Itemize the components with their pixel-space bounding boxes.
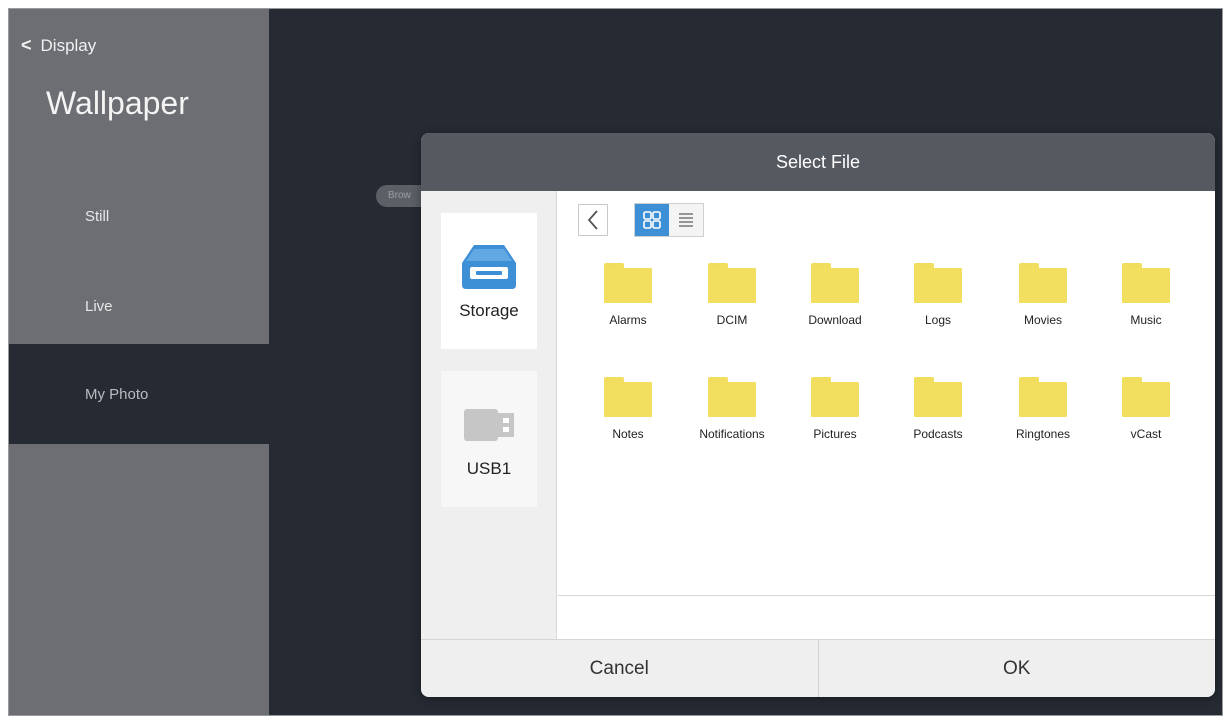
folder-item[interactable]: DCIM: [682, 263, 782, 353]
sidebar-item-label: My Photo: [85, 385, 149, 403]
list-view-icon: [679, 213, 693, 227]
chevron-left-icon: <: [21, 35, 32, 55]
folder-name: Ringtones: [1015, 427, 1071, 441]
list-view-button[interactable]: [669, 204, 703, 236]
browser-toolbar: [578, 203, 704, 237]
folder-icon: [811, 263, 859, 303]
page-title: Wallpaper: [46, 85, 189, 121]
grid-view-icon: [643, 211, 661, 229]
folder-name: Pictures: [813, 427, 857, 441]
back-label: Display: [40, 35, 97, 55]
folder-icon: [708, 263, 756, 303]
divider: [558, 595, 1215, 596]
sidebar-item-live[interactable]: Live: [9, 261, 269, 351]
folder-item[interactable]: Podcasts: [888, 377, 988, 467]
folder-icon: [604, 377, 652, 417]
folder-item[interactable]: Movies: [993, 263, 1093, 353]
folder-name: DCIM: [716, 313, 748, 327]
folder-name: Music: [1130, 313, 1162, 327]
screen: < Display Wallpaper Still Live My Photo …: [8, 8, 1223, 716]
folder-name: vCast: [1130, 427, 1162, 441]
folder-icon: [914, 377, 962, 417]
source-label: Storage: [459, 301, 519, 320]
folder-icon: [1019, 263, 1067, 303]
folder-name: Movies: [1023, 313, 1062, 327]
folder-name: Notes: [612, 427, 644, 441]
chevron-left-icon: [587, 210, 598, 230]
folder-item[interactable]: Logs: [888, 263, 988, 353]
folder-name: Logs: [924, 313, 952, 327]
sidebar-item-my-photo[interactable]: My Photo: [9, 344, 347, 444]
source-list: Storage USB1: [421, 191, 557, 639]
ok-button[interactable]: OK: [819, 640, 1216, 697]
folder-icon: [1122, 263, 1170, 303]
sidebar-item-label: Still: [85, 207, 110, 225]
usb-drive-icon: [464, 409, 514, 441]
folder-back-button[interactable]: [578, 204, 608, 236]
cancel-button[interactable]: Cancel: [421, 640, 819, 697]
folder-item[interactable]: Ringtones: [993, 377, 1093, 467]
folder-item[interactable]: Alarms: [578, 263, 678, 353]
folder-item[interactable]: Notes: [578, 377, 678, 467]
sidebar-item-still[interactable]: Still: [9, 171, 269, 261]
dialog-footer: Cancel OK: [421, 639, 1215, 697]
grid-view-button[interactable]: [635, 204, 669, 236]
folder-icon: [708, 377, 756, 417]
back-to-display-button[interactable]: < Display: [21, 35, 96, 56]
sidebar-item-label: Live: [85, 297, 113, 315]
folder-name: Notifications: [699, 427, 765, 441]
folder-item[interactable]: Music: [1096, 263, 1196, 353]
folder-icon: [914, 263, 962, 303]
folder-item[interactable]: Notifications: [682, 377, 782, 467]
view-toggle: [634, 203, 704, 237]
source-label: USB1: [466, 459, 512, 478]
folder-name: Alarms: [609, 313, 647, 327]
folder-item[interactable]: vCast: [1096, 377, 1196, 467]
select-file-dialog: Select File Storage USB1 Alarms DCIM Dow…: [421, 133, 1215, 697]
storage-drive-icon: [462, 245, 516, 289]
source-storage[interactable]: Storage: [441, 213, 537, 349]
folder-item[interactable]: Pictures: [785, 377, 885, 467]
folder-name: Download: [808, 313, 862, 327]
folder-icon: [811, 377, 859, 417]
folder-icon: [1019, 377, 1067, 417]
sidebar: < Display Wallpaper Still Live My Photo: [9, 9, 347, 715]
folder-icon: [604, 263, 652, 303]
folder-name: Podcasts: [913, 427, 963, 441]
folder-item[interactable]: Download: [785, 263, 885, 353]
source-usb1[interactable]: USB1: [441, 371, 537, 507]
file-browser: Alarms DCIM Download Logs Movies Music N…: [558, 191, 1215, 639]
folder-icon: [1122, 377, 1170, 417]
dialog-title: Select File: [421, 133, 1215, 191]
